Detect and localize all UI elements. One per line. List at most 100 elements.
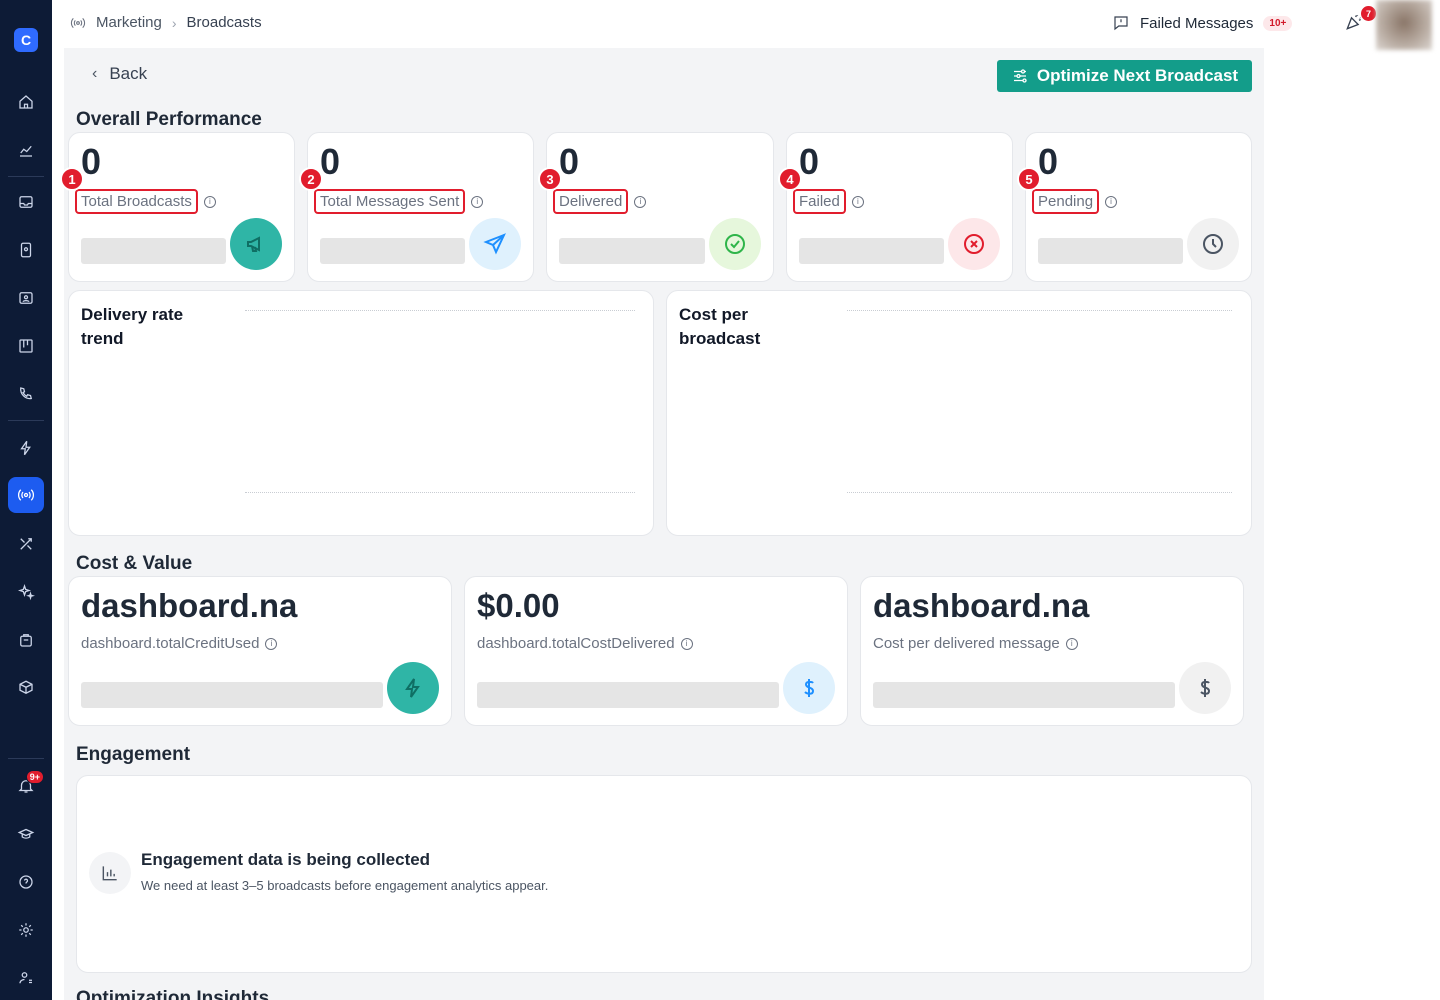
nav-separator — [8, 420, 44, 421]
chevron-right-icon: › — [171, 14, 177, 31]
stat-icon-badge — [469, 218, 521, 270]
info-icon[interactable]: i — [203, 195, 216, 208]
x-circle-icon — [964, 234, 984, 254]
announcements-button[interactable]: 7 — [1344, 6, 1376, 36]
nav-contacts-book[interactable] — [8, 232, 44, 268]
cost-value: dashboard.na — [81, 587, 298, 624]
loading-skeleton — [873, 682, 1175, 708]
lightning-icon — [405, 678, 420, 698]
delivery-rate-trend-chart: Delivery rate trend — [68, 290, 654, 536]
nav-broadcast[interactable] — [8, 477, 44, 513]
loading-skeleton — [799, 238, 944, 264]
stat-card-failed: 0 Failed i 4 — [778, 132, 1013, 282]
chart-title: Delivery rate trend — [81, 305, 184, 348]
nav-help[interactable] — [8, 864, 44, 900]
stat-value: 0 — [559, 141, 580, 182]
nav-tools[interactable] — [8, 526, 44, 562]
nav-automation[interactable] — [8, 430, 44, 466]
phone-icon — [20, 387, 33, 400]
announcements-badge: 7 — [1361, 6, 1376, 21]
info-icon[interactable]: i — [634, 195, 647, 208]
chart-gridline — [245, 310, 635, 311]
stat-label-text: Pending — [1032, 189, 1100, 214]
breadcrumb-marketing[interactable]: Marketing — [96, 14, 162, 31]
cost-value: dashboard.na — [873, 587, 1090, 624]
nav-user-settings[interactable] — [8, 960, 44, 996]
avatar[interactable] — [1376, 0, 1432, 50]
cost-label: Cost per delivered message i — [873, 635, 1078, 652]
cost-card-credit-used: dashboard.na dashboard.totalCreditUsed i — [68, 576, 452, 726]
nav-jobs[interactable] — [8, 622, 44, 658]
nav-learning[interactable] — [8, 816, 44, 852]
cost-icon-badge — [387, 662, 439, 714]
contacts-book-icon — [20, 242, 32, 258]
cost-label: dashboard.totalCostDelivered i — [477, 635, 693, 652]
nav-separator — [8, 176, 44, 177]
chevron-left-icon: ‹ — [92, 65, 98, 82]
chart-title: Cost per broadcast — [679, 305, 761, 348]
nav-settings[interactable] — [8, 912, 44, 948]
stat-card-total-messages-sent: 0 Total Messages Sent i 2 — [299, 132, 534, 282]
nav-ai[interactable] — [8, 574, 44, 610]
failed-messages-link[interactable]: Failed Messages 10+ — [1112, 14, 1293, 32]
nav-inbox[interactable] — [8, 184, 44, 220]
help-icon — [19, 875, 33, 889]
notifications-badge: 9+ — [25, 770, 44, 784]
stat-label: Total Broadcasts i — [75, 189, 216, 214]
failed-messages-label: Failed Messages — [1140, 14, 1254, 32]
sparkles-icon — [17, 583, 35, 601]
chart-gridline — [847, 492, 1232, 493]
info-icon[interactable]: i — [471, 195, 484, 208]
broadcast-icon — [17, 489, 35, 501]
stat-card-delivered: 0 Delivered i 3 — [538, 132, 774, 282]
nav-phone[interactable] — [8, 376, 44, 412]
dollar-icon — [804, 679, 815, 697]
nav-kanban[interactable] — [8, 328, 44, 364]
nav-contact-card[interactable] — [8, 280, 44, 316]
graduation-icon — [17, 828, 35, 839]
stat-icon-badge — [230, 218, 282, 270]
loading-skeleton — [320, 238, 465, 264]
stat-label: Pending i — [1032, 189, 1118, 214]
analytics-icon — [20, 145, 32, 157]
megaphone-icon — [247, 236, 260, 252]
contact-card-icon — [19, 292, 33, 304]
info-icon[interactable]: i — [851, 195, 864, 208]
annotation-marker: 1 — [60, 167, 84, 191]
info-icon[interactable]: i — [1105, 195, 1118, 208]
nav-notifications[interactable]: 9+ — [8, 768, 44, 804]
nav-separator — [8, 758, 44, 759]
optimize-next-broadcast-button[interactable]: Optimize Next Broadcast — [997, 60, 1252, 92]
lightning-icon — [20, 440, 31, 456]
cost-value-title: Cost & Value — [76, 553, 193, 574]
briefcase-icon — [20, 634, 32, 647]
annotation-marker: 4 — [778, 167, 802, 191]
left-navigation: C 9+ — [0, 0, 52, 1000]
stat-label: Delivered i — [553, 189, 647, 214]
engagement-card: Engagement data is being collected We ne… — [76, 775, 1252, 973]
info-icon[interactable]: i — [680, 637, 693, 650]
home-icon — [19, 95, 33, 109]
nav-packages[interactable] — [8, 670, 44, 706]
engagement-icon-badge — [89, 852, 131, 894]
app-logo[interactable]: C — [14, 28, 38, 52]
inbox-icon — [19, 196, 33, 208]
nav-analytics[interactable] — [8, 132, 44, 168]
cost-per-broadcast-chart: Cost per broadcast — [666, 290, 1252, 536]
tools-icon — [20, 538, 32, 550]
stat-label-text: Total Broadcasts — [75, 189, 198, 214]
clock-icon — [1203, 234, 1223, 254]
annotation-marker: 5 — [1017, 167, 1041, 191]
stat-card-total-broadcasts: 0 Total Broadcasts i 1 — [60, 132, 295, 282]
message-alert-icon — [1114, 16, 1128, 31]
back-button[interactable]: ‹ Back — [92, 64, 147, 84]
info-icon[interactable]: i — [265, 637, 278, 650]
stat-icon-badge — [948, 218, 1000, 270]
loading-skeleton — [81, 682, 383, 708]
info-icon[interactable]: i — [1065, 637, 1078, 650]
engagement-title: Engagement — [76, 744, 191, 765]
loading-skeleton — [559, 238, 705, 264]
stat-value: 0 — [1038, 141, 1059, 182]
cost-label: dashboard.totalCreditUsed i — [81, 635, 278, 652]
nav-home[interactable] — [8, 84, 44, 120]
